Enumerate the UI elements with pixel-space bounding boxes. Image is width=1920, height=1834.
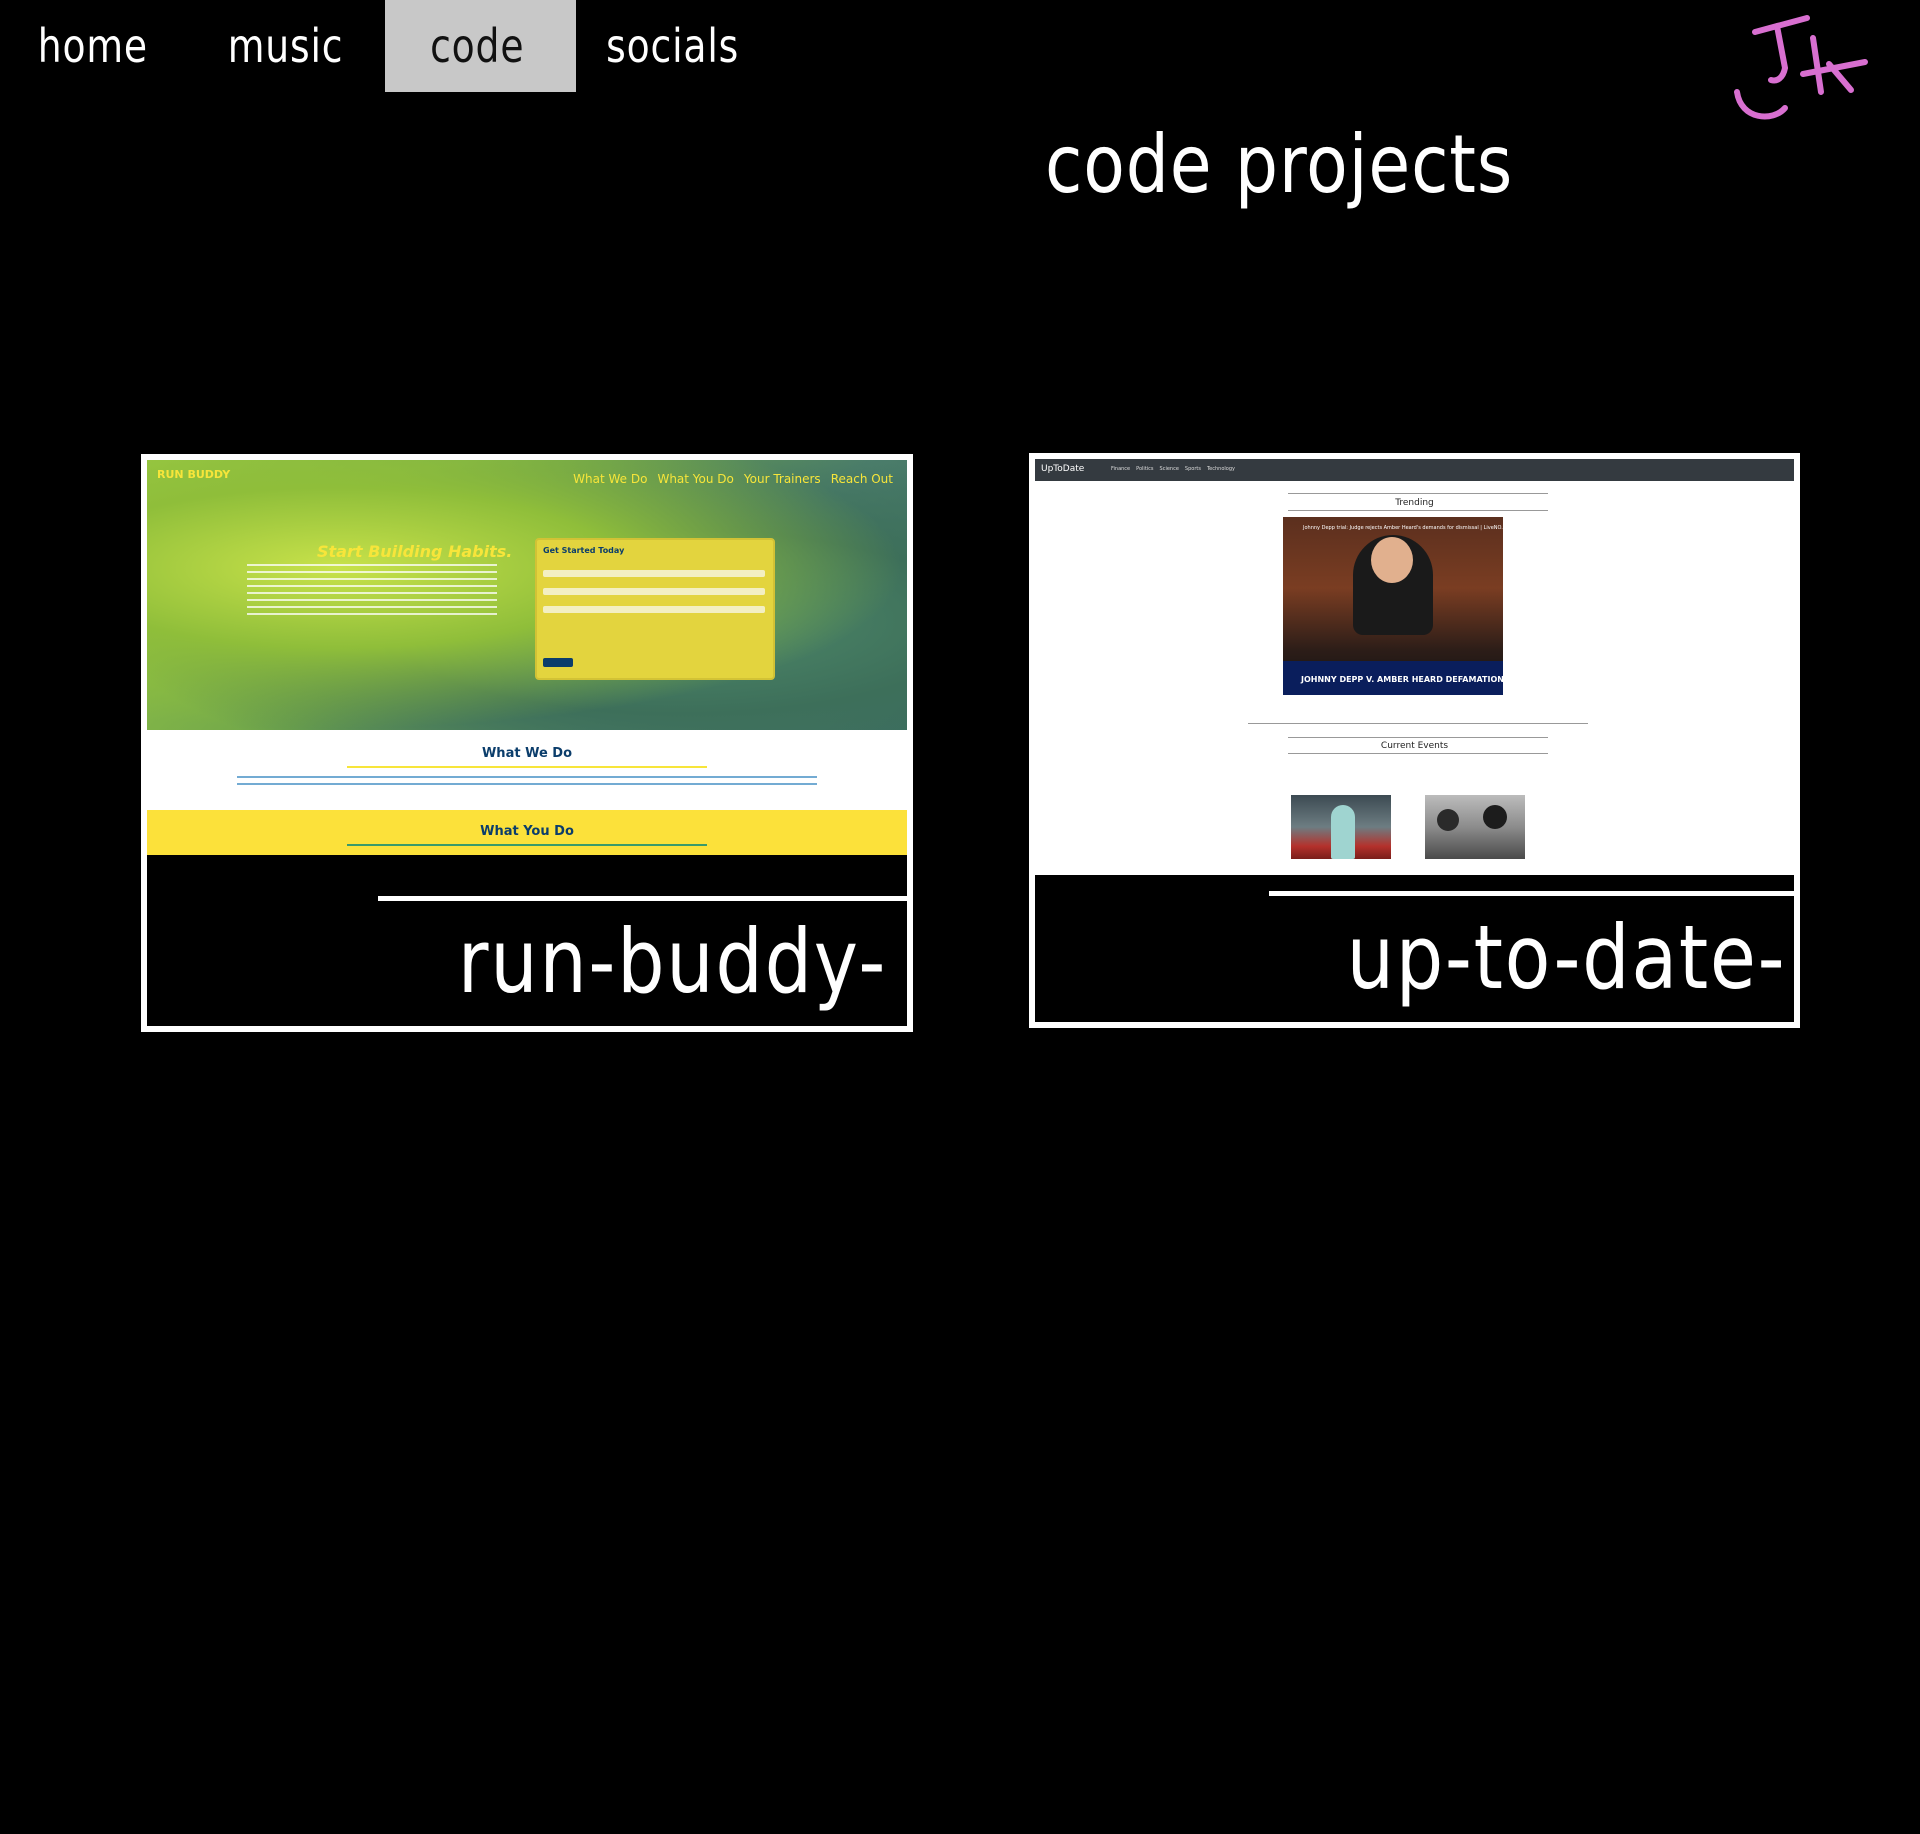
up-to-date-section-heading: Trending [1395, 498, 1434, 508]
run-buddy-section-white: What We Do [147, 730, 907, 810]
project-title: run-buddy- [457, 910, 887, 1013]
nav-home-label: home [37, 19, 148, 73]
project-card-up-to-date[interactable]: UpToDate Finance Politics Science Sports… [1029, 453, 1800, 1028]
nav-music[interactable]: music [190, 0, 370, 92]
up-to-date-menu-item: Science [1159, 466, 1179, 472]
up-to-date-ticker: JOHNNY DEPP V. AMBER HEARD DEFAMATION TR… [1283, 661, 1533, 695]
run-buddy-form: Get Started Today [535, 538, 775, 680]
up-to-date-menu-item: Technology [1206, 466, 1235, 472]
run-buddy-field [543, 570, 765, 577]
up-to-date-menu-item: Finance [1111, 466, 1131, 472]
up-to-date-rule [1288, 753, 1548, 754]
project-title: up-to-date- [1346, 906, 1786, 1009]
run-buddy-hero: RUN BUDDY What We Do What You Do Your Tr… [147, 460, 907, 730]
run-buddy-section-heading: What You Do [480, 824, 574, 839]
up-to-date-section-heading: Current Events [1380, 741, 1449, 751]
up-to-date-body: Trending Johnny Depp trial: Judge reject… [1035, 481, 1794, 801]
nav-home[interactable]: home [0, 0, 148, 92]
card-divider [378, 896, 907, 901]
up-to-date-navbar: UpToDate Finance Politics Science Sports… [1035, 459, 1794, 481]
run-buddy-section-yellow: What You Do [147, 810, 907, 855]
run-buddy-hero-text [247, 564, 497, 620]
up-to-date-thumbnail [1425, 795, 1525, 859]
run-buddy-underline [347, 766, 707, 768]
nav-music-label: music [227, 19, 344, 73]
run-buddy-brand: RUN BUDDY [157, 468, 231, 481]
project-card-run-buddy[interactable]: RUN BUDDY What We Do What You Do Your Tr… [141, 454, 913, 1032]
up-to-date-rule [1288, 493, 1548, 494]
jk-logo[interactable] [1725, 10, 1875, 125]
run-buddy-screenshot: RUN BUDDY What We Do What You Do Your Tr… [147, 460, 907, 880]
nav-socials[interactable]: socials [575, 0, 775, 92]
page-title: code projects [1045, 118, 1514, 211]
run-buddy-underline [347, 844, 707, 846]
up-to-date-video: Johnny Depp trial: Judge rejects Amber H… [1283, 517, 1533, 695]
run-buddy-field [543, 606, 765, 613]
run-buddy-link: What We Do [573, 472, 648, 486]
up-to-date-rule [1288, 737, 1548, 738]
up-to-date-video-face [1371, 537, 1413, 583]
card-divider [1269, 891, 1794, 896]
up-to-date-ticker-text: JOHNNY DEPP V. AMBER HEARD DEFAMATION TR… [1301, 675, 1533, 684]
run-buddy-section-text [237, 776, 817, 790]
nav-socials-label: socials [606, 19, 740, 73]
up-to-date-rule [1248, 723, 1588, 724]
run-buddy-link: Reach Out [830, 472, 893, 486]
up-to-date-brand: UpToDate [1041, 464, 1085, 474]
run-buddy-link: What You Do [657, 472, 734, 486]
up-to-date-screenshot: UpToDate Finance Politics Science Sports… [1035, 459, 1794, 875]
run-buddy-link: Your Trainers [743, 472, 821, 486]
up-to-date-menu: Finance Politics Science Sports Technolo… [1111, 466, 1235, 472]
run-buddy-hero-heading: Start Building Habits. [317, 542, 513, 561]
run-buddy-form-title: Get Started Today [543, 546, 625, 555]
run-buddy-nav: What We Do What You Do Your Trainers Rea… [573, 472, 893, 486]
up-to-date-menu-item: Sports [1184, 466, 1201, 472]
up-to-date-rule [1288, 510, 1548, 511]
run-buddy-section-heading: What We Do [481, 746, 573, 761]
up-to-date-thumbnail [1291, 795, 1391, 859]
run-buddy-form-button [543, 658, 573, 667]
up-to-date-video-title: Johnny Depp trial: Judge rejects Amber H… [1303, 525, 1507, 531]
nav-code[interactable]: code [385, 0, 576, 92]
run-buddy-field [543, 588, 765, 595]
nav-code-label: code [430, 19, 525, 73]
up-to-date-menu-item: Politics [1136, 466, 1154, 472]
